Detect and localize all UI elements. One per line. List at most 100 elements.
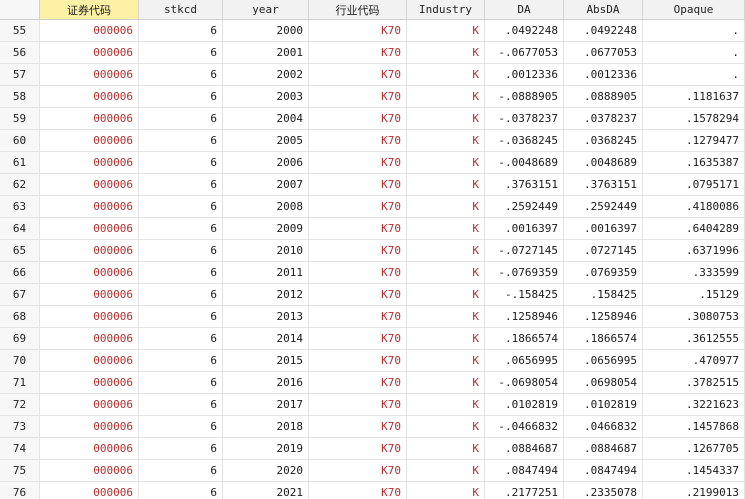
row-number[interactable]: 70 (0, 350, 40, 371)
column-header-absda[interactable]: AbsDA (564, 0, 643, 19)
cell-da[interactable]: -.0466832 (485, 416, 564, 437)
cell-year[interactable]: 2008 (223, 196, 309, 217)
row-number[interactable]: 59 (0, 108, 40, 129)
row-number[interactable]: 62 (0, 174, 40, 195)
column-header-industry-code[interactable]: 行业代码 (309, 0, 407, 19)
cell-code[interactable]: 000006 (40, 460, 139, 481)
cell-opaque[interactable]: .1181637 (643, 86, 745, 107)
cell-code[interactable]: 000006 (40, 284, 139, 305)
cell-opaque[interactable]: .1457868 (643, 416, 745, 437)
table-row[interactable]: 76 000006 6 2021 K70 K .2177251.2335078.219901… (0, 482, 745, 499)
cell-da[interactable]: -.0677053 (485, 42, 564, 63)
cell-code[interactable]: 000006 (40, 42, 139, 63)
cell-absda[interactable]: .0492248 (564, 20, 643, 41)
cell-opaque[interactable]: . (643, 42, 745, 63)
row-number[interactable]: 64 (0, 218, 40, 239)
cell-absda[interactable]: .1258946 (564, 306, 643, 327)
cell-code[interactable]: 000006 (40, 20, 139, 41)
table-row[interactable]: 60 000006 6 2005 K70 K -.0368245.0368245.12794… (0, 130, 745, 152)
cell-year[interactable]: 2020 (223, 460, 309, 481)
column-header-stkcd[interactable]: stkcd (139, 0, 223, 19)
cell-absda[interactable]: .0048689 (564, 152, 643, 173)
cell-year[interactable]: 2018 (223, 416, 309, 437)
cell-year[interactable]: 2010 (223, 240, 309, 261)
cell-code[interactable]: 000006 (40, 130, 139, 151)
cell-opaque[interactable]: .1454337 (643, 460, 745, 481)
table-row[interactable]: 59 000006 6 2004 K70 K -.0378237.0378237.15782… (0, 108, 745, 130)
cell-opaque[interactable]: .2199013 (643, 482, 745, 499)
cell-da[interactable]: .0656995 (485, 350, 564, 371)
cell-industry-code[interactable]: K70 (309, 438, 407, 459)
cell-opaque[interactable]: .1578294 (643, 108, 745, 129)
row-number[interactable]: 60 (0, 130, 40, 151)
cell-industry[interactable]: K (407, 416, 485, 437)
cell-code[interactable]: 000006 (40, 86, 139, 107)
cell-stkcd[interactable]: 6 (139, 372, 223, 393)
cell-industry-code[interactable]: K70 (309, 108, 407, 129)
cell-absda[interactable]: .0378237 (564, 108, 643, 129)
cell-da[interactable]: -.0888905 (485, 86, 564, 107)
cell-opaque[interactable]: .6371996 (643, 240, 745, 261)
cell-opaque[interactable]: .470977 (643, 350, 745, 371)
table-row[interactable]: 62 000006 6 2007 K70 K .3763151.3763151.079517… (0, 174, 745, 196)
row-number[interactable]: 66 (0, 262, 40, 283)
cell-year[interactable]: 2016 (223, 372, 309, 393)
cell-stkcd[interactable]: 6 (139, 108, 223, 129)
cell-industry[interactable]: K (407, 152, 485, 173)
cell-industry-code[interactable]: K70 (309, 284, 407, 305)
cell-da[interactable]: -.0769359 (485, 262, 564, 283)
table-row[interactable]: 72 000006 6 2017 K70 K .0102819.0102819.322162… (0, 394, 745, 416)
cell-industry[interactable]: K (407, 174, 485, 195)
cell-industry-code[interactable]: K70 (309, 42, 407, 63)
cell-opaque[interactable]: .0795171 (643, 174, 745, 195)
cell-opaque[interactable]: .3221623 (643, 394, 745, 415)
row-number[interactable]: 76 (0, 482, 40, 499)
cell-year[interactable]: 2019 (223, 438, 309, 459)
cell-opaque[interactable]: .15129 (643, 284, 745, 305)
cell-stkcd[interactable]: 6 (139, 350, 223, 371)
cell-industry-code[interactable]: K70 (309, 218, 407, 239)
cell-code[interactable]: 000006 (40, 262, 139, 283)
table-row[interactable]: 65 000006 6 2010 K70 K -.0727145.0727145.63719… (0, 240, 745, 262)
cell-code[interactable]: 000006 (40, 196, 139, 217)
cell-industry-code[interactable]: K70 (309, 64, 407, 85)
cell-industry-code[interactable]: K70 (309, 262, 407, 283)
row-number[interactable]: 63 (0, 196, 40, 217)
table-row[interactable]: 55 000006 6 2000 K70 K .0492248.0492248. (0, 20, 745, 42)
cell-industry[interactable]: K (407, 394, 485, 415)
cell-industry[interactable]: K (407, 42, 485, 63)
cell-da[interactable]: -.158425 (485, 284, 564, 305)
column-header-opaque[interactable]: Opaque (643, 0, 745, 19)
cell-absda[interactable]: .2592449 (564, 196, 643, 217)
cell-industry[interactable]: K (407, 64, 485, 85)
cell-industry[interactable]: K (407, 438, 485, 459)
cell-industry-code[interactable]: K70 (309, 482, 407, 499)
cell-da[interactable]: -.0698054 (485, 372, 564, 393)
cell-year[interactable]: 2007 (223, 174, 309, 195)
row-number[interactable]: 55 (0, 20, 40, 41)
column-header-da[interactable]: DA (485, 0, 564, 19)
cell-industry[interactable]: K (407, 20, 485, 41)
cell-da[interactable]: .3763151 (485, 174, 564, 195)
cell-code[interactable]: 000006 (40, 416, 139, 437)
cell-da[interactable]: -.0368245 (485, 130, 564, 151)
cell-stkcd[interactable]: 6 (139, 284, 223, 305)
row-number[interactable]: 72 (0, 394, 40, 415)
cell-industry-code[interactable]: K70 (309, 20, 407, 41)
cell-stkcd[interactable]: 6 (139, 262, 223, 283)
cell-stkcd[interactable]: 6 (139, 328, 223, 349)
cell-absda[interactable]: .0466832 (564, 416, 643, 437)
cell-da[interactable]: .1258946 (485, 306, 564, 327)
cell-code[interactable]: 000006 (40, 306, 139, 327)
cell-stkcd[interactable]: 6 (139, 482, 223, 499)
cell-stkcd[interactable]: 6 (139, 86, 223, 107)
row-number[interactable]: 68 (0, 306, 40, 327)
cell-industry-code[interactable]: K70 (309, 394, 407, 415)
cell-da[interactable]: .0847494 (485, 460, 564, 481)
cell-industry[interactable]: K (407, 262, 485, 283)
cell-industry-code[interactable]: K70 (309, 306, 407, 327)
table-row[interactable]: 66 000006 6 2011 K70 K -.0769359.0769359.33359… (0, 262, 745, 284)
cell-industry-code[interactable]: K70 (309, 196, 407, 217)
cell-code[interactable]: 000006 (40, 108, 139, 129)
table-row[interactable]: 71 000006 6 2016 K70 K -.0698054.0698054.37825… (0, 372, 745, 394)
